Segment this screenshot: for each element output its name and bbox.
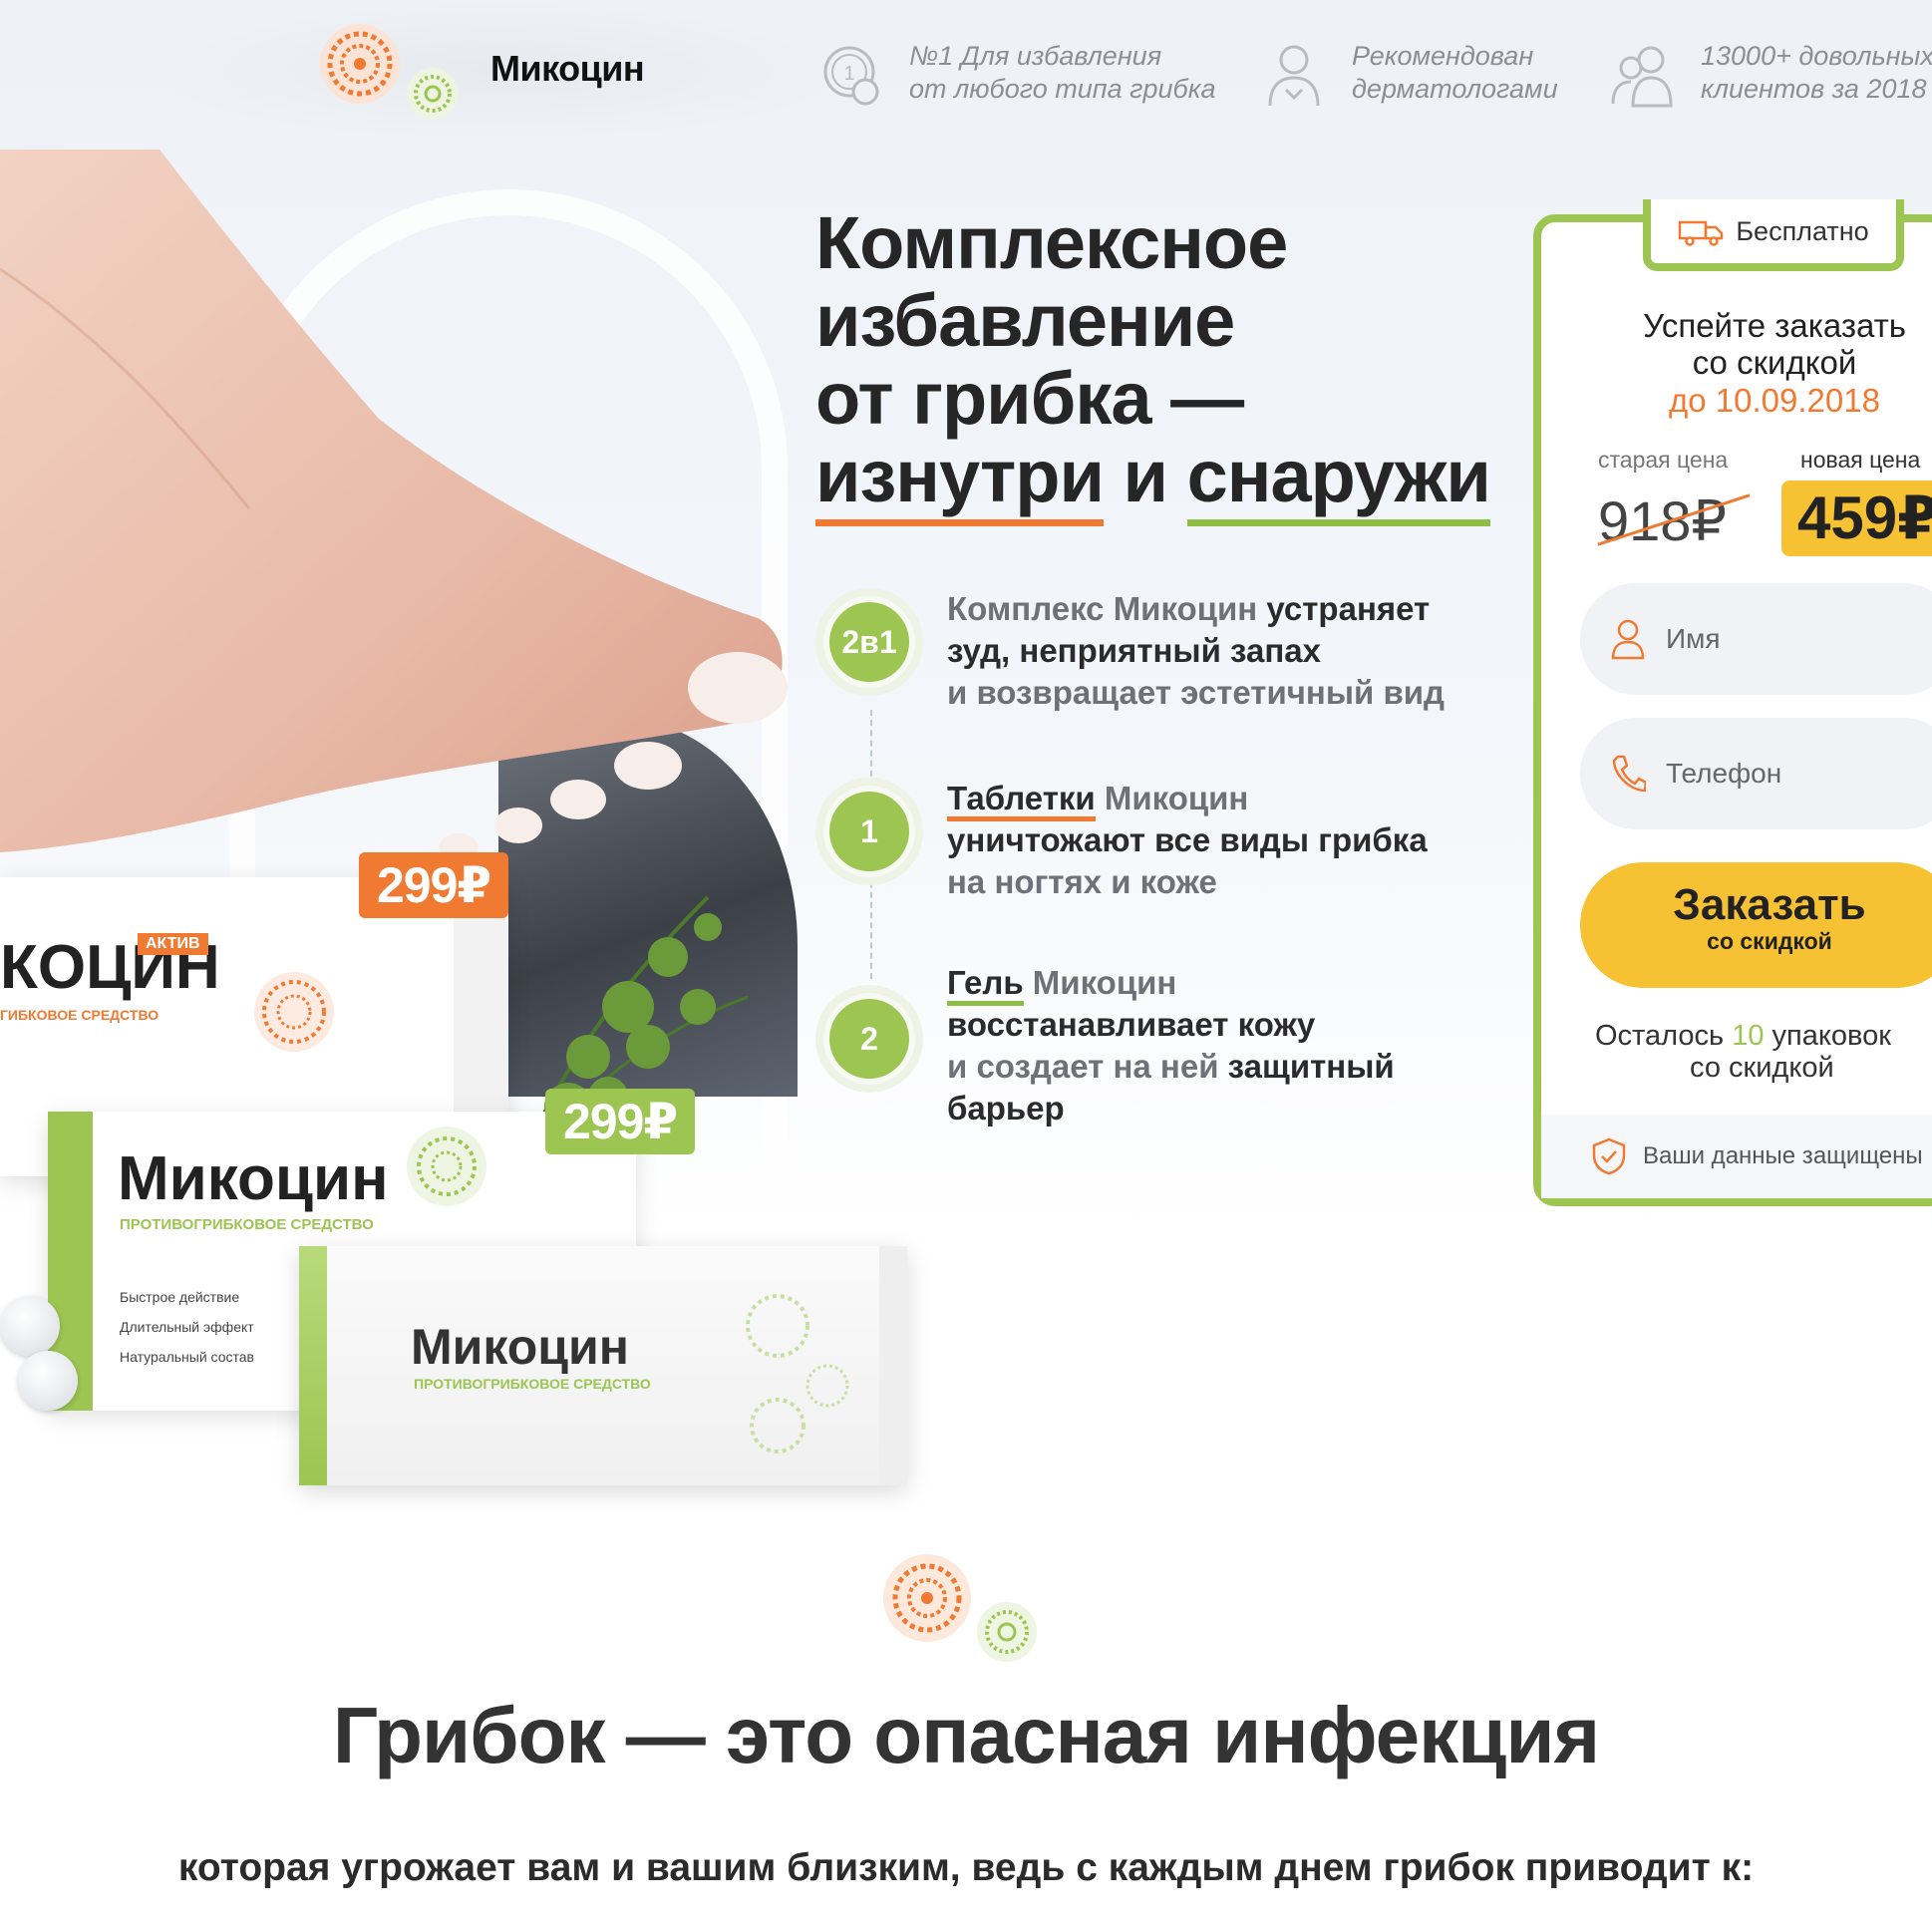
badge-text-line2: от любого типа грибка bbox=[909, 74, 1216, 104]
order-button-label[interactable]: Заказать bbox=[1580, 882, 1932, 928]
medal-icon: 1 bbox=[823, 46, 879, 106]
discount-deadline: до 10.09.2018 bbox=[1669, 382, 1880, 419]
headline-line1: Комплексное bbox=[815, 201, 1288, 284]
headline-line3: от грибка — bbox=[815, 357, 1244, 440]
orange-pattern-icon bbox=[254, 972, 334, 1052]
secure-notice: Ваши данные защищены bbox=[1541, 1115, 1932, 1198]
shield-icon bbox=[1592, 1137, 1626, 1175]
svg-text:1: 1 bbox=[843, 63, 854, 85]
step-text: защитный bbox=[1218, 1048, 1395, 1085]
box-name: Микоцин bbox=[118, 1144, 389, 1213]
step-text: барьер bbox=[947, 1090, 1065, 1127]
secure-text: Ваши данные защищены bbox=[1643, 1142, 1923, 1169]
step-text: Микоцин bbox=[1023, 964, 1177, 1001]
section-logo-icon bbox=[883, 1554, 1037, 1662]
step-text: Комплекс Микоцин bbox=[947, 590, 1258, 627]
green-pattern-icon bbox=[746, 1294, 849, 1453]
badge-dermatologists: Рекомендован дерматологами bbox=[1258, 40, 1558, 112]
free-delivery-tab: Бесплатно bbox=[1643, 199, 1904, 271]
name-field[interactable]: Имя bbox=[1580, 583, 1932, 695]
badge-text-line1: 13000+ довольных bbox=[1701, 41, 1932, 71]
badge-text-line2: клиентов за 2018 bbox=[1701, 74, 1927, 104]
step-text: на ногтях и коже bbox=[947, 863, 1217, 900]
step-text: восстанавливает кожу bbox=[947, 1006, 1316, 1043]
customers-icon bbox=[1611, 46, 1673, 108]
tablet-pill bbox=[18, 1351, 78, 1411]
box-badge: АКТИВ bbox=[138, 933, 208, 955]
sachet-subtitle: ПРОТИВОГРИБКОВОЕ СРЕДСТВО bbox=[414, 1376, 651, 1392]
truck-icon bbox=[1679, 220, 1724, 246]
doctor-icon bbox=[1268, 45, 1320, 107]
box-subtitle: ГИБКОВОЕ СРЕДСТВО bbox=[0, 1007, 160, 1023]
badge-number-one: 1 №1 Для избавления от любого типа грибка bbox=[815, 40, 1215, 112]
step-badge: 2в1 bbox=[815, 588, 923, 696]
green-pattern-icon bbox=[407, 1127, 486, 1206]
headline-inside: изнутри bbox=[815, 435, 1105, 526]
badge-customers: 13000+ довольных клиентов за 2018 bbox=[1607, 40, 1932, 112]
new-price-label: новая цена bbox=[1800, 447, 1921, 473]
step-badge: 2 bbox=[815, 985, 923, 1093]
box-feature: Длительный эффект bbox=[120, 1319, 254, 1335]
box-feature: Быстрое действие bbox=[120, 1289, 240, 1305]
step-complex: 2в1 Комплекс Микоцин устраняет зуд, непр… bbox=[815, 588, 1445, 714]
step-text: и создает на ней bbox=[947, 1048, 1219, 1085]
hero-headline: Комплексное избавление от грибка — изнут… bbox=[815, 201, 1491, 526]
step-tablets: 1 Таблетки Микоцин уничтожают все виды г… bbox=[815, 778, 1428, 903]
phone-placeholder[interactable]: Телефон bbox=[1666, 758, 1781, 790]
box-feature: Натуральный состав bbox=[120, 1349, 254, 1365]
form-title: Успейте заказать со скидкой bbox=[1643, 307, 1906, 381]
step-text: зуд, неприятный запах bbox=[947, 632, 1322, 669]
price-tag-gel: 299₽ bbox=[545, 1089, 696, 1154]
sachet-name: Микоцин bbox=[411, 1319, 629, 1375]
step-badge: 1 bbox=[815, 778, 923, 885]
new-price: 459₽ bbox=[1781, 481, 1932, 556]
foot-image bbox=[0, 150, 788, 861]
phone-icon bbox=[1612, 755, 1646, 793]
phone-field[interactable]: Телефон bbox=[1580, 718, 1932, 829]
step-gel: 2 Гель Микоцин восстанавливает кожу и со… bbox=[815, 962, 1395, 1129]
badge-text-line2: дерматологами bbox=[1352, 74, 1558, 104]
step-text: Гель bbox=[947, 964, 1024, 1006]
order-button-sublabel[interactable]: со скидкой bbox=[1580, 928, 1932, 954]
step-text: Таблетки bbox=[947, 780, 1096, 821]
tablet-pill bbox=[0, 1296, 60, 1356]
user-icon bbox=[1611, 619, 1645, 660]
name-placeholder[interactable]: Имя bbox=[1666, 623, 1721, 655]
old-price: 918₽ bbox=[1597, 488, 1751, 554]
badge-text-line1: Рекомендован bbox=[1352, 41, 1534, 71]
headline-outside: снаружи bbox=[1186, 435, 1491, 526]
section-subtitle: которая угрожает вам и вашим близким, ве… bbox=[177, 1846, 1755, 1889]
box-subtitle: ПРОТИВОГРИБКОВОЕ СРЕДСТВО bbox=[120, 1216, 374, 1233]
old-price-label: старая цена bbox=[1598, 447, 1729, 473]
badge-text-line1: №1 Для избавления bbox=[909, 41, 1162, 71]
headline-line2: избавление bbox=[815, 279, 1235, 362]
remaining-stock: Осталось 10 упаковок со скидкой bbox=[1595, 1020, 1891, 1084]
section-title: Грибок — это опасная инфекция bbox=[332, 1691, 1600, 1779]
brand-name[interactable]: Микоцин bbox=[490, 48, 645, 90]
step-text: устраняет bbox=[1257, 590, 1431, 627]
step-text: и возвращает эстетичный вид bbox=[947, 674, 1445, 711]
order-button[interactable]: Заказать со скидкой bbox=[1580, 862, 1932, 988]
step-text: уничтожают все виды грибка bbox=[947, 821, 1428, 858]
free-delivery-label: Бесплатно bbox=[1736, 215, 1869, 246]
headline-and: и bbox=[1123, 435, 1168, 517]
price-tag-tablets: 299₽ bbox=[359, 852, 509, 918]
gel-sachet: Микоцин ПРОТИВОГРИБКОВОЕ СРЕДСТВО bbox=[299, 1246, 907, 1485]
step-text: Микоцин bbox=[1095, 780, 1249, 816]
brand-logo-icon[interactable] bbox=[315, 22, 465, 132]
